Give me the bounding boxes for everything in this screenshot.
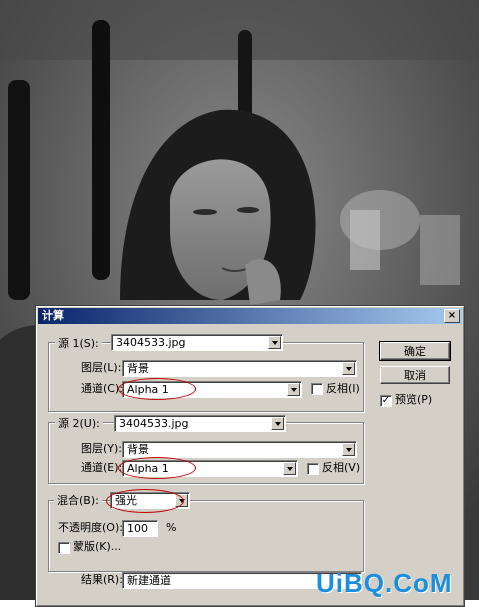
result-value: 新建通道 [127,574,171,587]
opacity-label: 不透明度(O): [58,521,123,534]
source2-channel-select[interactable]: Alpha 1 [122,460,298,477]
source1-group: 源 1(S): [48,335,364,412]
dialog-title: 计算 [42,309,64,322]
source2-layer-label: 图层(Y): [81,442,123,455]
blend-group [48,500,364,572]
source2-file-value: 3404533.jpg [119,417,189,430]
source1-layer-value: 背景 [127,362,149,375]
source2-channel-value: Alpha 1 [127,462,169,475]
source2-invert-label[interactable]: 反相(V) [322,460,360,476]
source1-label: 源 1(S): [55,335,102,351]
source2-layer-select[interactable]: 背景 [122,441,357,458]
source2-invert-checkbox[interactable] [307,463,319,475]
source1-file-select[interactable]: 3404533.jpg [111,334,283,351]
preview-checkbox[interactable]: ✓ [380,395,392,407]
ok-button[interactable]: 确定 [379,341,451,361]
chevron-down-icon[interactable] [271,417,284,430]
preview-label[interactable]: 预览(P) [395,392,432,408]
source1-channel-value: Alpha 1 [127,383,169,396]
blend-mode-select[interactable]: 强光 [110,492,190,509]
result-label: 结果(R): [81,573,123,586]
source2-file-select[interactable]: 3404533.jpg [114,415,286,432]
opacity-unit: % [166,521,177,534]
blend-mode-value: 强光 [115,494,137,507]
calculations-dialog: 计算 × 源 1(S): 3404533.jpg 图层(L): 背景 通道(C)… [35,305,465,607]
mask-checkbox[interactable] [58,542,70,554]
opacity-input[interactable]: 100 [122,520,158,537]
chevron-down-icon[interactable] [342,362,355,375]
dialog-titlebar[interactable]: 计算 × [38,308,462,324]
watermark-logo: UiBQ.CoM [316,568,453,598]
close-icon[interactable]: × [444,309,460,323]
cancel-button[interactable]: 取消 [380,366,450,384]
chevron-down-icon[interactable] [283,462,296,475]
chevron-down-icon[interactable] [268,336,281,349]
chevron-down-icon[interactable] [287,383,300,396]
source1-channel-select[interactable]: Alpha 1 [122,381,302,398]
source1-invert-checkbox[interactable] [311,383,323,395]
source1-layer-label: 图层(L): [81,361,122,374]
blend-label: 混合(B): [54,493,102,509]
source1-channel-label: 通道(C): [81,382,123,395]
source2-layer-value: 背景 [127,443,149,456]
source2-channel-label: 通道(E): [81,461,123,474]
opacity-value: 100 [127,522,148,535]
chevron-down-icon[interactable] [175,494,188,507]
source1-file-value: 3404533.jpg [116,336,186,349]
source1-layer-select[interactable]: 背景 [122,360,357,377]
source2-label: 源 2(U): [55,415,103,431]
mask-label[interactable]: 蒙版(K)... [73,539,121,555]
source1-invert-label[interactable]: 反相(I) [326,381,360,397]
chevron-down-icon[interactable] [342,443,355,456]
